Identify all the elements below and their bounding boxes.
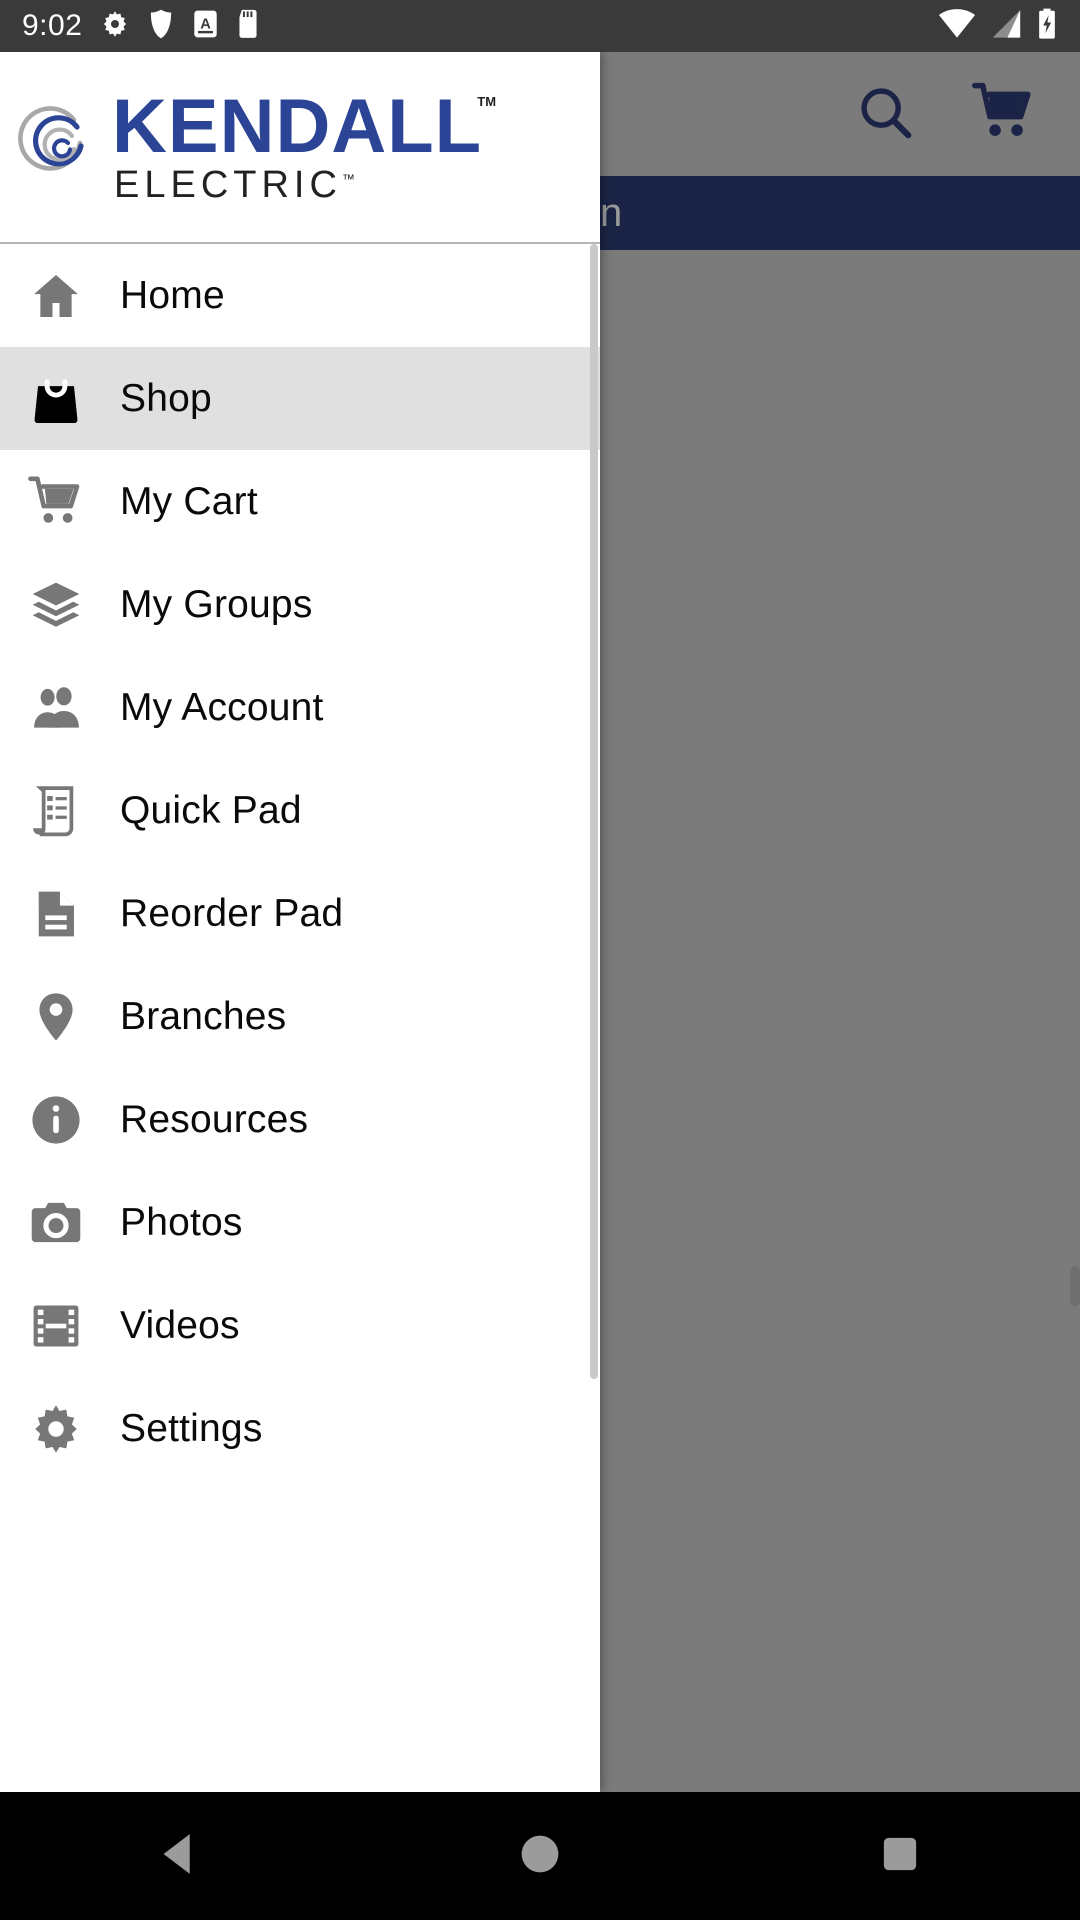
sidebar-item-label: My Groups — [120, 583, 313, 626]
sidebar-item-label: Reorder Pad — [120, 892, 344, 935]
sidebar-item-home[interactable]: Home — [0, 244, 600, 347]
sidebar-item-my-groups[interactable]: My Groups — [0, 553, 600, 656]
cellular-signal-icon — [989, 8, 1023, 45]
brand-trademark: TM — [477, 93, 497, 109]
brand-wordmark: KENDALL TM ELECTRIC™ — [112, 83, 496, 207]
brand-logo: KENDALL TM ELECTRIC™ — [14, 83, 496, 207]
back-button[interactable] — [0, 1792, 360, 1920]
sidebar-item-label: My Cart — [120, 480, 258, 523]
sidebar-item-label: Branches — [120, 995, 287, 1038]
svg-text:A: A — [201, 16, 212, 32]
location-pin-icon — [28, 989, 102, 1045]
home-icon — [28, 268, 102, 324]
brand-tagline: ELECTRIC™ — [114, 164, 360, 207]
banner-partial-text: n — [600, 191, 623, 235]
layers-stack-icon — [28, 577, 102, 633]
sidebar-item-my-account[interactable]: My Account — [0, 656, 600, 759]
background-scroll-indicator[interactable] — [1070, 1266, 1080, 1306]
wifi-icon — [938, 8, 976, 45]
sidebar-item-settings[interactable]: Settings — [0, 1377, 600, 1480]
receipt-list-icon — [28, 783, 102, 839]
shopping-bag-icon — [28, 371, 102, 427]
sidebar-item-label: Shop — [120, 377, 212, 420]
square-recents-icon — [878, 1832, 922, 1881]
sidebar-item-resources[interactable]: Resources — [0, 1068, 600, 1171]
recents-button[interactable] — [720, 1792, 1080, 1920]
drawer-menu-list[interactable]: Home Shop My Cart My Groups My Account Q… — [0, 244, 600, 1790]
sidebar-item-shop[interactable]: Shop — [0, 347, 600, 450]
document-icon — [28, 886, 102, 942]
status-bar-clock: 9:02 — [22, 9, 83, 42]
sidebar-item-label: Videos — [120, 1304, 240, 1347]
people-icon — [28, 680, 102, 736]
sidebar-item-photos[interactable]: Photos — [0, 1171, 600, 1274]
brand-name: KENDALL — [112, 83, 483, 169]
sidebar-item-my-cart[interactable]: My Cart — [0, 450, 600, 553]
sidebar-item-branches[interactable]: Branches — [0, 965, 600, 1068]
shield-icon — [147, 8, 175, 45]
shopping-cart-icon[interactable] — [972, 81, 1038, 148]
drawer-scrollbar[interactable] — [590, 244, 598, 1379]
triangle-back-icon — [154, 1828, 206, 1885]
circle-home-icon — [517, 1831, 563, 1882]
sidebar-item-label: Settings — [120, 1407, 263, 1450]
sidebar-item-label: Photos — [120, 1201, 243, 1244]
sidebar-item-quick-pad[interactable]: Quick Pad — [0, 759, 600, 862]
android-navigation-bar — [0, 1792, 1080, 1920]
kendall-spiral-logo-icon — [14, 99, 102, 195]
sidebar-item-label: Home — [120, 274, 225, 317]
info-circle-icon — [28, 1092, 102, 1148]
status-bar: 9:02 A — [0, 0, 1080, 52]
search-icon[interactable] — [854, 81, 916, 148]
home-button[interactable] — [360, 1792, 720, 1920]
gear-icon — [28, 1401, 102, 1457]
gear-icon — [100, 9, 130, 44]
sidebar-item-label: Resources — [120, 1098, 309, 1141]
shopping-cart-icon — [28, 474, 102, 530]
sidebar-item-reorder-pad[interactable]: Reorder Pad — [0, 862, 600, 965]
sidebar-item-label: My Account — [120, 686, 324, 729]
camera-icon — [28, 1195, 102, 1251]
drawer-header: KENDALL TM ELECTRIC™ — [0, 52, 600, 244]
film-strip-icon — [28, 1298, 102, 1354]
sd-card-icon — [236, 8, 260, 45]
sidebar-item-videos[interactable]: Videos — [0, 1274, 600, 1377]
sidebar-item-label: Quick Pad — [120, 789, 302, 832]
battery-charging-icon — [1036, 7, 1058, 46]
navigation-drawer: KENDALL TM ELECTRIC™ Home Shop My Cart M… — [0, 52, 600, 1792]
letter-a-badge-icon: A — [192, 8, 219, 45]
